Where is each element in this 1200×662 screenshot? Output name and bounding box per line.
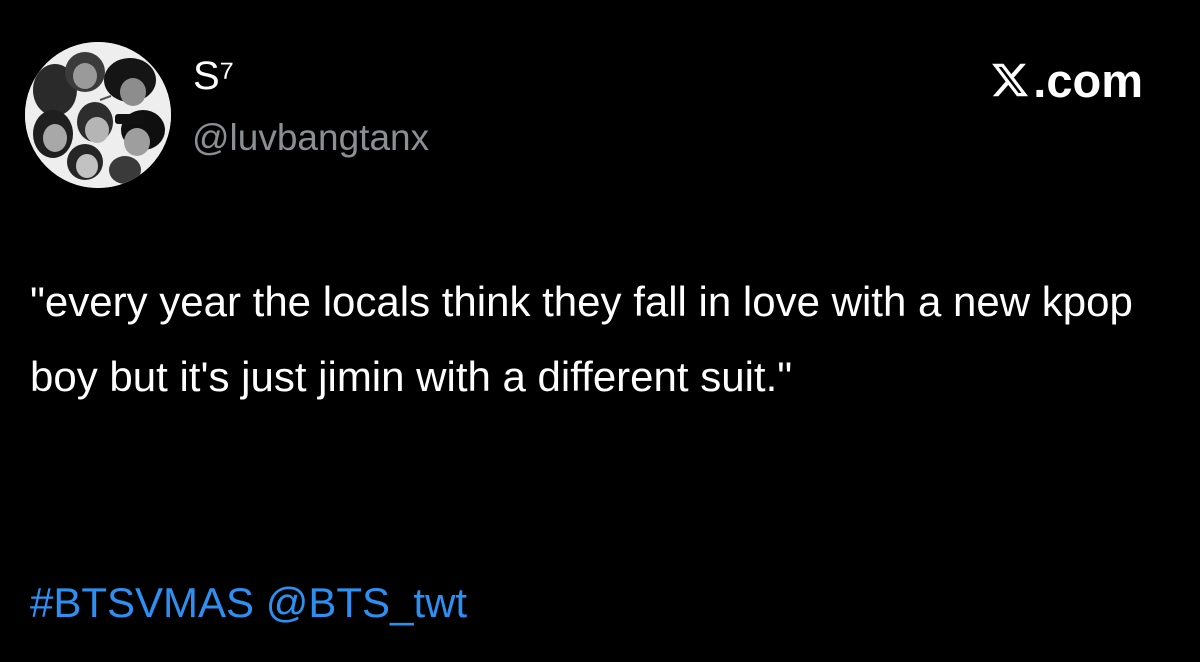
author-display-name[interactable]: S⁷ [193,54,234,98]
brand-label: .com [1033,53,1143,107]
mention-link[interactable]: @BTS_twt [266,579,467,626]
avatar[interactable] [25,42,171,188]
tweet-tags: #BTSVMAS @BTS_twt [30,576,467,630]
tweet-text: "every year the locals think they fall i… [30,278,1133,400]
group-photo-avatar-icon [25,42,171,188]
author-handle[interactable]: @luvbangtanx [192,116,429,160]
tweet-card: S⁷ @luvbangtanx .com "every year the loc… [0,0,1200,662]
brand-watermark: .com [990,53,1143,107]
hashtag-link[interactable]: #BTSVMAS [30,579,254,626]
x-logo-icon [992,63,1029,97]
